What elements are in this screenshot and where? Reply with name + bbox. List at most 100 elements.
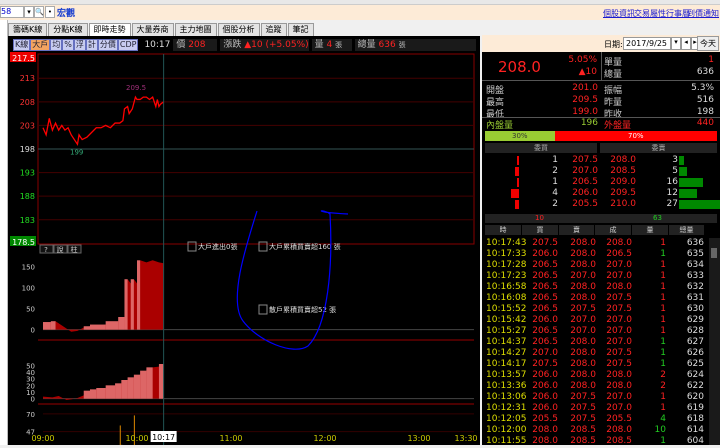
trade-time: 10:13:57 <box>486 370 526 381</box>
trade-bid: 206.5 <box>522 271 558 282</box>
x-tick-label: 13:30 <box>454 434 477 443</box>
trade-price: 207.0 <box>596 403 632 414</box>
link-stock-info[interactable]: 個股資訊 <box>603 8 635 19</box>
btn-kline[interactable]: K線 <box>13 39 30 51</box>
ask-qty: 16 <box>642 177 678 188</box>
btn-price-dist[interactable]: 分價 <box>98 39 118 51</box>
trade-col-header[interactable]: 賣 <box>559 225 594 235</box>
trade-bid: 206.0 <box>522 249 558 260</box>
trade-time: 10:17:23 <box>486 271 526 282</box>
btn-calc[interactable]: 計 <box>86 39 98 51</box>
tab-large-broker[interactable]: 大量券商 <box>132 23 174 36</box>
link-trade-attr[interactable]: 交易屬性 <box>634 8 666 19</box>
dropdown-icon[interactable]: ▾ <box>24 6 34 18</box>
change-info: 漲跌 ▲10 (+5.05%) <box>220 39 308 51</box>
date-label: 日期: <box>604 39 623 50</box>
y-tick-label: 0 <box>31 396 35 404</box>
trade-ask: 208.0 <box>560 348 596 359</box>
search-icon[interactable]: 🔍 <box>34 6 44 18</box>
trade-header: 時買賣成量總量 <box>485 225 707 235</box>
scroll-thumb[interactable] <box>711 248 717 258</box>
symbol-input[interactable]: 58 <box>0 6 24 18</box>
trade-row: 10:15:42 206.0 207.0 207.0 1 629 <box>482 315 708 326</box>
ask-qty-bar <box>679 178 703 187</box>
bid-qty-bar <box>515 200 519 209</box>
trade-row: 10:12:31 206.0 207.5 207.0 1 619 <box>482 403 708 414</box>
y-tick-label: 188 <box>20 192 35 201</box>
trade-row: 10:15:52 206.5 207.5 207.5 1 630 <box>482 304 708 315</box>
bid-price: 206.0 <box>562 188 598 199</box>
retail-bar <box>140 371 146 399</box>
large-holder-bar <box>51 321 56 329</box>
tab-chip-k[interactable]: 籌碼K線 <box>8 23 47 36</box>
price-label: 價 <box>176 40 185 50</box>
trade-col-header[interactable]: 時 <box>485 225 521 235</box>
trade-row: 10:14:27 207.0 208.0 207.5 1 626 <box>482 348 708 359</box>
trade-bid: 208.0 <box>522 425 558 436</box>
trade-qty: 1 <box>632 315 666 326</box>
panel-button-label: 柱 <box>71 245 78 254</box>
y-limit-label: 178.5 <box>12 238 35 247</box>
trade-col-header[interactable]: 成 <box>595 225 631 235</box>
vol-value: 4 <box>327 40 333 50</box>
trade-total: 630 <box>670 304 704 315</box>
trade-price: 205.5 <box>596 414 632 425</box>
macro-link[interactable]: 宏觀 <box>57 6 75 19</box>
trade-total: 634 <box>670 260 704 271</box>
price-info: 價 208 <box>173 39 217 51</box>
retail-bar <box>96 388 105 399</box>
hand-drawn-annotation <box>237 211 348 349</box>
y-limit-label: 217.5 <box>12 54 35 63</box>
bid-qty-bar <box>515 167 519 176</box>
date-dropdown-icon[interactable]: ▾ <box>671 37 681 50</box>
tab-realtime[interactable]: 即時走勢 <box>89 23 131 36</box>
last-price: 208.0 <box>498 58 541 76</box>
ask-qty-bar <box>679 156 684 165</box>
btn-cdp[interactable]: CDP <box>118 39 139 51</box>
trade-col-header[interactable]: 總量 <box>669 225 704 235</box>
x-tick-label: 13:00 <box>407 434 430 443</box>
stat-value: 199.0 <box>562 107 598 117</box>
today-button[interactable]: 今天 <box>697 36 719 51</box>
trade-qty: 2 <box>632 381 666 392</box>
btn-float[interactable]: 浮 <box>74 39 86 51</box>
large-holder-area <box>43 260 164 331</box>
next-icon[interactable]: • <box>45 6 55 18</box>
tab-branch-k[interactable]: 分點K線 <box>48 23 87 36</box>
trade-row: 10:17:43 207.5 208.0 208.0 1 636 <box>482 238 708 249</box>
y-tick-label: 150 <box>22 264 35 272</box>
trade-qty: 2 <box>632 370 666 381</box>
trade-bid: 206.5 <box>522 260 558 271</box>
retail-bar <box>106 385 115 398</box>
trade-price: 208.0 <box>596 370 632 381</box>
trade-total: 632 <box>670 282 704 293</box>
trade-scrollbar[interactable] <box>709 238 720 445</box>
trade-total: 633 <box>670 271 704 282</box>
prev-day-icon[interactable]: ◂ <box>681 37 691 50</box>
tab-analysis[interactable]: 個股分析 <box>218 23 260 36</box>
trade-ask: 208.0 <box>560 359 596 370</box>
btn-large-holder[interactable]: 大戶 <box>30 39 50 51</box>
low-label: 199 <box>70 149 83 157</box>
y-tick-label: 193 <box>20 169 35 178</box>
trade-price: 207.0 <box>596 260 632 271</box>
retail-bar <box>159 364 164 399</box>
link-price-alert[interactable]: 到價通知 <box>687 8 719 19</box>
btn-percent[interactable]: % <box>62 39 74 51</box>
date-input[interactable]: 2017/9/25 <box>623 37 671 50</box>
trade-col-header[interactable]: 量 <box>632 225 668 235</box>
btn-avg[interactable]: 均 <box>50 39 62 51</box>
total-value: 636 <box>379 40 396 50</box>
stat-value: 201.0 <box>562 83 598 93</box>
trade-time: 10:16:08 <box>486 293 526 304</box>
trade-row: 10:12:05 205.5 207.5 205.5 4 618 <box>482 414 708 425</box>
tab-main-map[interactable]: 主力地圖 <box>175 23 217 36</box>
trade-bid: 206.0 <box>522 403 558 414</box>
trade-col-header[interactable]: 買 <box>522 225 558 235</box>
trade-total: 628 <box>670 326 704 337</box>
tab-notes[interactable]: 筆記 <box>288 23 314 36</box>
tab-track[interactable]: 追蹤 <box>261 23 287 36</box>
trade-time: 10:13:36 <box>486 381 526 392</box>
bid-price: 205.5 <box>562 199 598 210</box>
trade-bid: 206.0 <box>522 392 558 403</box>
